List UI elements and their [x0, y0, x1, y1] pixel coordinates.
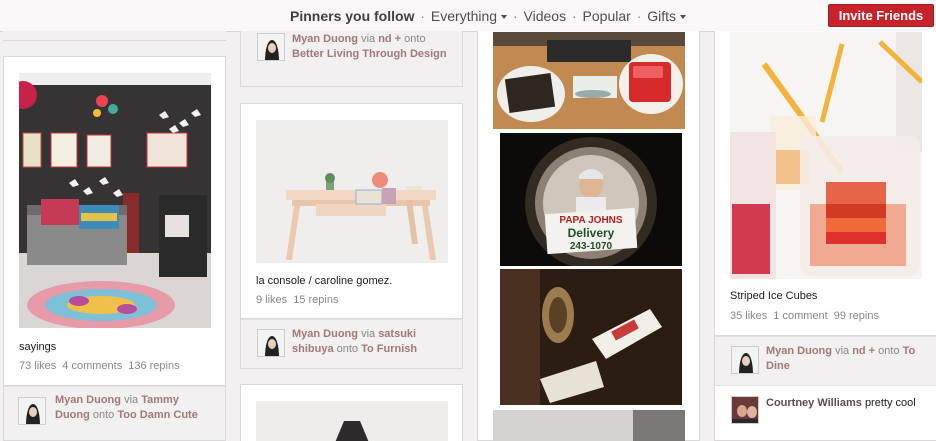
invite-friends-button[interactable]: Invite Friends [828, 4, 934, 27]
pin-card-partial[interactable] [240, 384, 463, 441]
avatar[interactable] [731, 396, 759, 424]
nav-separator: · [571, 8, 577, 24]
pin-stats: 73 likes 4 comments 136 repins [19, 360, 186, 372]
console-photo [256, 120, 448, 263]
pin-stats: 35 likes 1 comment 99 repins [730, 310, 885, 322]
pin-card-ice-cubes[interactable]: Striped Ice Cubes 35 likes 1 comment 99 re… [714, 31, 936, 336]
via-word: via [835, 345, 850, 357]
pin-attribution-console: Myan Duong via satsuki shibuya onto To F… [240, 319, 463, 369]
pin-footer-partial [3, 31, 226, 41]
pin-image-door[interactable] [500, 269, 682, 405]
likes-count[interactable]: 73 likes [19, 360, 56, 372]
nav-popular[interactable]: Popular [583, 8, 631, 24]
via-word: via [124, 394, 139, 406]
comment-text: Courtney Williams pretty cool [766, 396, 936, 411]
pin-comment-ice: Courtney Williams pretty cool [714, 385, 936, 441]
pin-description: la console / caroline gomez. [256, 275, 393, 287]
pinner-link[interactable]: Myan Duong [766, 345, 832, 357]
nav-gifts-label: Gifts [647, 8, 677, 24]
pinner-link[interactable]: Myan Duong [292, 328, 358, 340]
caret-down-icon [680, 15, 687, 20]
box-phone-text: 243-1070 [570, 241, 613, 252]
nav-videos[interactable]: Videos [524, 8, 567, 24]
comments-count[interactable]: 1 comment [773, 310, 827, 322]
onto-word: onto [404, 33, 426, 45]
pin-stats: 9 likes 15 repins [256, 294, 344, 306]
pinner-link[interactable]: Myan Duong [55, 394, 121, 406]
pin-image-partial[interactable] [256, 401, 448, 441]
board-link[interactable]: Too Damn Cute [117, 409, 197, 421]
avatar[interactable] [731, 346, 759, 374]
avatar-photo [732, 397, 758, 423]
nav-separator: · [636, 8, 642, 24]
avatar-photo [19, 398, 45, 424]
door-photo [500, 269, 682, 405]
via-user-link[interactable]: nd + [378, 33, 401, 45]
avatar-photo [258, 330, 284, 356]
nav-everything-label: Everything [430, 8, 498, 24]
pin-attribution-text: Myan Duong via nd + onto Better Living T… [292, 32, 452, 62]
pin-description: Striped Ice Cubes [730, 290, 818, 302]
avatar[interactable] [257, 33, 285, 61]
pin-attribution-top-col2: Myan Duong via nd + onto Better Living T… [240, 31, 463, 87]
pin-image-ice-cubes[interactable] [730, 32, 922, 279]
onto-word: onto [336, 343, 359, 355]
pin-attribution-text: Myan Duong via satsuki shibuya onto To F… [292, 327, 452, 357]
avatar[interactable] [18, 397, 46, 425]
via-word: via [361, 328, 376, 340]
avatar-photo [258, 34, 284, 60]
board-link[interactable]: Better Living Through Design [292, 48, 447, 60]
avatar[interactable] [257, 329, 285, 357]
desk-photo [493, 32, 685, 129]
nav-separator: · [420, 8, 426, 24]
top-bar: Pinners you follow · Everything · Videos… [0, 0, 936, 32]
comment-body: pretty cool [864, 397, 916, 409]
pin-attribution-sayings: Myan Duong via Tammy Duong onto Too Damn… [3, 386, 226, 441]
ice-cubes-photo [730, 32, 922, 279]
pin-image-peephole[interactable]: PAPA JOHNS Delivery 243-1070 [500, 133, 682, 266]
partial-photo [256, 401, 448, 441]
pin-attribution-text: Myan Duong via Tammy Duong onto Too Damn… [55, 393, 205, 423]
pinner-link[interactable]: Myan Duong [292, 33, 358, 45]
nursery-photo [19, 73, 211, 328]
pin-attribution-ice: Myan Duong via nd + onto To Dine [714, 336, 936, 386]
pin-card-console[interactable]: la console / caroline gomez. 9 likes 15 r… [240, 103, 463, 319]
caret-down-icon [501, 15, 508, 20]
likes-count[interactable]: 9 likes [256, 294, 287, 306]
pin-image-console[interactable] [256, 120, 448, 263]
likes-count[interactable]: 35 likes [730, 310, 767, 322]
peephole-photo: PAPA JOHNS Delivery 243-1070 [500, 133, 682, 266]
pin-image-nursery[interactable] [19, 73, 211, 328]
pin-image-desk[interactable] [493, 32, 685, 129]
board-link[interactable]: To Furnish [361, 343, 417, 355]
pin-attribution-text: Myan Duong via nd + onto To Dine [766, 344, 926, 374]
box-delivery-text: Delivery [568, 226, 615, 240]
repins-count[interactable]: 136 repins [128, 360, 179, 372]
pin-card-image-stack[interactable]: PAPA JOHNS Delivery 243-1070 [477, 31, 700, 441]
via-user-link[interactable]: nd + [852, 345, 875, 357]
pin-description: sayings [19, 341, 57, 353]
repins-count[interactable]: 99 repins [834, 310, 879, 322]
via-word: via [361, 33, 376, 45]
commenter-link[interactable]: Courtney Williams [766, 397, 862, 409]
onto-word: onto [878, 345, 900, 357]
nav: Pinners you follow · Everything · Videos… [290, 8, 687, 24]
repins-count[interactable]: 15 repins [293, 294, 338, 306]
pin-card-sayings[interactable]: sayings 73 likes 4 comments 136 repins [3, 56, 226, 386]
avatar-photo [732, 347, 758, 373]
nav-everything[interactable]: Everything [430, 8, 508, 24]
nav-separator: · [512, 8, 518, 24]
pin-image-partial-bottom[interactable] [493, 410, 685, 441]
onto-word: onto [92, 409, 115, 421]
box-brand-text: PAPA JOHNS [559, 215, 622, 226]
nav-pinners-you-follow[interactable]: Pinners you follow [290, 8, 414, 24]
comments-count[interactable]: 4 comments [62, 360, 122, 372]
partial-bottom-photo [493, 410, 685, 441]
nav-gifts[interactable]: Gifts [647, 8, 687, 24]
